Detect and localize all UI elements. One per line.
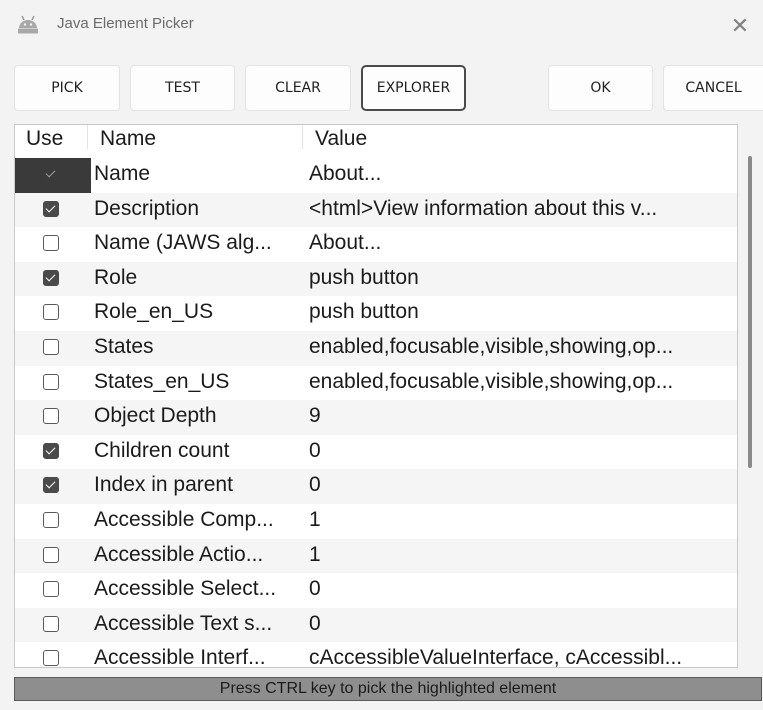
table-row[interactable]: States_en_US enabled,focusable,visible,sh… — [15, 366, 737, 401]
property-value: push button — [309, 300, 419, 324]
column-header-value[interactable]: Value — [315, 127, 367, 151]
use-checkbox[interactable] — [43, 408, 59, 425]
use-checkbox[interactable] — [43, 546, 59, 563]
use-checkbox[interactable] — [43, 200, 59, 217]
property-value: 0 — [309, 611, 321, 635]
use-cell[interactable] — [15, 642, 91, 667]
table-row[interactable]: Name About... — [15, 158, 737, 193]
use-checkbox[interactable] — [43, 581, 59, 598]
use-checkbox[interactable] — [43, 511, 59, 528]
table-row[interactable]: Accessible Text s... 0 — [15, 607, 737, 643]
use-checkbox[interactable] — [43, 615, 59, 632]
table-row[interactable]: Description <html>View information about … — [15, 192, 737, 228]
use-cell[interactable] — [15, 608, 91, 643]
property-name: Object Depth — [94, 404, 217, 428]
table-row[interactable]: States enabled,focusable,visible,showing,… — [15, 330, 737, 366]
android-robot-icon — [18, 15, 38, 34]
use-cell[interactable] — [15, 400, 91, 435]
property-value: push button — [309, 265, 419, 289]
use-cell[interactable] — [15, 469, 91, 504]
pick-button[interactable]: PICK — [14, 65, 120, 111]
property-name: Name — [94, 162, 151, 185]
status-bar: Press CTRL key to pick the highlighted e… — [14, 677, 762, 701]
use-cell[interactable] — [15, 331, 91, 366]
property-name: States_en_US — [94, 369, 230, 393]
use-cell[interactable] — [15, 193, 91, 228]
clear-button[interactable]: CLEAR — [245, 65, 351, 111]
test-button[interactable]: TEST — [130, 65, 235, 111]
property-value: enabled,focusable,visible,showing,op... — [309, 369, 674, 393]
property-name: Children count — [94, 438, 230, 462]
scrollbar-thumb[interactable] — [748, 156, 752, 468]
use-cell[interactable] — [15, 539, 91, 574]
property-value: About... — [309, 231, 382, 255]
property-name: Role_en_US — [94, 300, 214, 324]
property-value: 0 — [309, 577, 321, 601]
use-cell[interactable] — [15, 504, 91, 539]
close-button[interactable]: ✕ — [717, 0, 763, 52]
property-name: Index in parent — [94, 473, 233, 497]
window-title: Java Element Picker — [57, 15, 194, 32]
table-row[interactable]: Role_en_US push button — [15, 296, 737, 331]
use-cell[interactable] — [15, 366, 91, 401]
column-header-name[interactable]: Name — [100, 127, 156, 151]
use-cell[interactable] — [15, 158, 91, 193]
title-bar: Java Element Picker ✕ — [0, 0, 763, 52]
column-header-use[interactable]: Use — [26, 127, 63, 151]
property-value: cAccessibleValueInterface, cAccessibl... — [309, 646, 683, 668]
table-row[interactable]: Accessible Actio... 1 — [15, 538, 737, 574]
properties-table: Use Name Value Name About... Description <h… — [14, 124, 738, 668]
property-name: States — [94, 334, 154, 358]
property-name: Accessible Actio... — [94, 542, 264, 566]
use-cell[interactable] — [15, 435, 91, 470]
property-value: <html>View information about this v... — [309, 196, 658, 220]
cancel-button[interactable]: CANCEL — [663, 65, 763, 111]
property-value: 9 — [309, 404, 321, 428]
table-row[interactable]: Accessible Interf... cAccessibleValueInte… — [15, 642, 737, 668]
close-icon: ✕ — [730, 13, 750, 39]
property-value: 1 — [309, 542, 321, 566]
use-cell[interactable] — [15, 227, 91, 262]
use-cell[interactable] — [15, 573, 91, 608]
property-name: Accessible Interf... — [94, 646, 266, 668]
use-checkbox[interactable] — [43, 338, 59, 355]
use-checkbox[interactable] — [43, 304, 59, 321]
property-name: Description — [94, 196, 200, 220]
property-value: About... — [309, 162, 382, 185]
use-checkbox[interactable] — [43, 166, 59, 182]
property-value: 1 — [309, 507, 321, 531]
table-row[interactable]: Accessible Comp... 1 — [15, 504, 737, 539]
table-row[interactable]: Role push button — [15, 261, 737, 297]
property-name: Accessible Text s... — [94, 611, 273, 635]
property-name: Name (JAWS alg... — [94, 231, 272, 255]
table-row[interactable]: Index in parent 0 — [15, 469, 737, 504]
column-divider[interactable] — [302, 125, 303, 149]
table-row[interactable]: Name (JAWS alg... About... — [15, 227, 737, 262]
property-value: 0 — [309, 438, 321, 462]
table-header: Use Name Value — [15, 125, 737, 155]
column-divider[interactable] — [87, 125, 88, 149]
property-name: Role — [94, 265, 138, 289]
property-name: Accessible Select... — [94, 577, 277, 601]
use-checkbox[interactable] — [43, 373, 59, 390]
use-cell[interactable] — [15, 262, 91, 297]
table-row[interactable]: Object Depth 9 — [15, 400, 737, 435]
vertical-scrollbar[interactable] — [741, 124, 758, 668]
property-name: Accessible Comp... — [94, 507, 274, 531]
table-body: Name About... Description <html>View inform… — [15, 158, 737, 668]
table-row[interactable]: Accessible Select... 0 — [15, 573, 737, 608]
explorer-button[interactable]: EXPLORER — [361, 65, 466, 111]
table-row[interactable]: Children count 0 — [15, 435, 737, 470]
use-checkbox[interactable] — [43, 235, 59, 252]
toolbar: PICK TEST CLEAR EXPLORER OK CANCEL — [0, 52, 763, 122]
ok-button[interactable]: OK — [548, 65, 653, 111]
use-checkbox[interactable] — [43, 477, 59, 494]
property-value: 0 — [309, 473, 321, 497]
use-cell[interactable] — [15, 296, 91, 331]
use-checkbox[interactable] — [43, 650, 59, 667]
use-checkbox[interactable] — [43, 269, 59, 286]
property-value: enabled,focusable,visible,showing,op... — [309, 334, 674, 358]
use-checkbox[interactable] — [43, 442, 59, 459]
